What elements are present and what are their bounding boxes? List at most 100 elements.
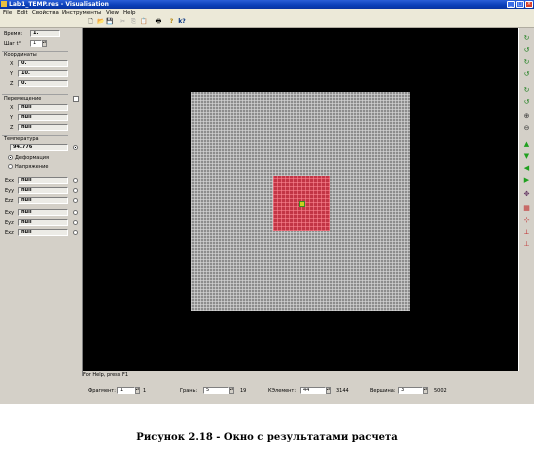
view-toolbar: ↻ ↺ ↻ ↺ ↻ ↺ ⊕ ⊖ ▲ ▼ ◀ ▶ ✥ ▦ ⊹ ⟂ ⊥ [518, 28, 534, 371]
dx-label: X [10, 105, 14, 111]
menu-edit[interactable]: Edit [17, 9, 28, 17]
menu-help[interactable]: Help [123, 9, 136, 17]
element-spinner[interactable]: ▴▾ [326, 387, 331, 394]
face-label: Грань: [180, 388, 198, 394]
center-icon[interactable]: ✥ [522, 190, 531, 199]
menu-view[interactable]: View [106, 9, 119, 17]
step-input[interactable]: 1 [30, 40, 42, 47]
copy-icon[interactable]: ⎘ [130, 18, 137, 25]
z-label: Z [10, 81, 14, 87]
eyy-field: null [18, 187, 68, 194]
exy-radio[interactable] [73, 210, 78, 215]
vertex-total: 5002 [434, 388, 447, 394]
menu-tools[interactable]: Инструменты [62, 9, 101, 17]
separator [2, 94, 68, 95]
element-input[interactable]: 44 [300, 387, 326, 394]
element-total: 3144 [336, 388, 349, 394]
menu-file[interactable]: File [3, 9, 12, 17]
rotate-x-back-icon[interactable]: ↺ [522, 46, 531, 55]
axes-icon[interactable]: ⊹ [522, 216, 531, 225]
fragment-spinner[interactable]: ▴▾ [135, 387, 140, 394]
ezz-field: null [18, 197, 68, 204]
menu-properties[interactable]: Свойства [32, 9, 59, 17]
ezz-radio[interactable] [73, 198, 78, 203]
face-total: 19 [240, 388, 247, 394]
app-window: Lab1_TEMP.res - Visualisation _ □ × File… [0, 0, 534, 404]
menu-bar: File Edit Свойства Инструменты View Help [0, 9, 534, 17]
eyy-radio[interactable] [73, 188, 78, 193]
dz-field: null [18, 124, 68, 131]
rotate-z-back-icon[interactable]: ↺ [522, 98, 531, 107]
3d-viewport[interactable] [83, 28, 518, 371]
rotate-z-icon[interactable]: ↻ [522, 86, 531, 95]
exz-radio[interactable] [73, 230, 78, 235]
face-input[interactable]: 5 [203, 387, 229, 394]
move-left-icon[interactable]: ◀ [522, 164, 531, 173]
help-icon[interactable]: ? [168, 18, 175, 25]
temperature-field: 94.776 [10, 144, 68, 151]
close-button[interactable]: × [525, 1, 533, 8]
title-bar[interactable]: Lab1_TEMP.res - Visualisation _ □ × [0, 0, 534, 9]
open-folder-icon[interactable]: 📂 [97, 18, 104, 25]
maximize-button[interactable]: □ [516, 1, 524, 8]
move-up-icon[interactable]: ▲ [522, 140, 531, 149]
heated-region [273, 176, 330, 231]
rotate-y-back-icon[interactable]: ↺ [522, 70, 531, 79]
move-right-icon[interactable]: ▶ [522, 176, 531, 185]
minimize-button[interactable]: _ [507, 1, 515, 8]
exz-label: Exz [5, 230, 14, 236]
rotate-y-icon[interactable]: ↻ [522, 58, 531, 67]
reset-view-icon[interactable]: ⊥ [522, 240, 531, 249]
temperature-radio[interactable] [73, 145, 78, 150]
temperature-label: Температура [4, 136, 39, 142]
context-help-icon[interactable]: k? [177, 18, 187, 25]
selected-node [299, 201, 305, 207]
exx-radio[interactable] [73, 178, 78, 183]
deformation-label: Деформация [15, 155, 49, 161]
x-field: 0. [18, 60, 68, 67]
status-bar: For Help, press F1 [83, 371, 534, 379]
eyz-radio[interactable] [73, 220, 78, 225]
cut-icon[interactable]: ✂ [119, 18, 126, 25]
stress-radio[interactable] [8, 164, 13, 169]
color-map-icon[interactable]: ▦ [522, 204, 531, 213]
vertex-input[interactable]: 3 [398, 387, 423, 394]
fragment-input[interactable]: 1 [117, 387, 135, 394]
face-spinner[interactable]: ▴▾ [229, 387, 234, 394]
zoom-out-icon[interactable]: ⊖ [522, 124, 531, 133]
window-title: Lab1_TEMP.res - Visualisation [9, 1, 109, 8]
time-label: Время: [4, 31, 23, 37]
step-label: Шаг t° [4, 41, 22, 47]
rotate-x-icon[interactable]: ↻ [522, 34, 531, 43]
save-icon[interactable]: 💾 [106, 18, 113, 25]
dz-label: Z [10, 125, 14, 131]
exz-field: null [18, 229, 68, 236]
app-icon [1, 1, 7, 7]
vertex-label: Вершина: [370, 388, 396, 394]
properties-panel: Время: 1. Шаг t° 1 ▴▾ Координаты X 0. Y … [0, 28, 83, 376]
exy-label: Exy [5, 210, 15, 216]
selection-panel: Фрагмент: 1 ▴▾ 1 Грань: 5 ▴▾ 19 КЭлемент… [0, 379, 534, 404]
fragment-total: 1 [143, 388, 147, 394]
vertex-spinner[interactable]: ▴▾ [423, 387, 428, 394]
x-label: X [10, 61, 14, 67]
move-down-icon[interactable]: ▼ [522, 152, 531, 161]
exx-field: null [18, 177, 68, 184]
time-field: 1. [30, 30, 60, 37]
axes-3d-icon[interactable]: ⟂ [522, 228, 531, 237]
y-field: 10. [18, 70, 68, 77]
displacement-label: Перемещение [4, 96, 42, 102]
displacement-checkbox[interactable] [73, 96, 79, 102]
fragment-label: Фрагмент: [88, 388, 116, 394]
exx-label: Exx [5, 178, 15, 184]
dy-field: null [18, 114, 68, 121]
step-spinner[interactable]: ▴▾ [42, 40, 47, 47]
exy-field: null [18, 209, 68, 216]
figure-caption: Рисунок 2.18 - Окно с результатами расче… [136, 432, 398, 443]
paste-icon[interactable]: 📋 [140, 18, 147, 25]
deformation-radio[interactable] [8, 155, 13, 160]
zoom-in-icon[interactable]: ⊕ [522, 112, 531, 121]
new-doc-icon[interactable]: 🗋 [87, 18, 94, 25]
stress-label: Напряжение [15, 164, 49, 170]
print-icon[interactable]: 🖶 [155, 18, 162, 25]
